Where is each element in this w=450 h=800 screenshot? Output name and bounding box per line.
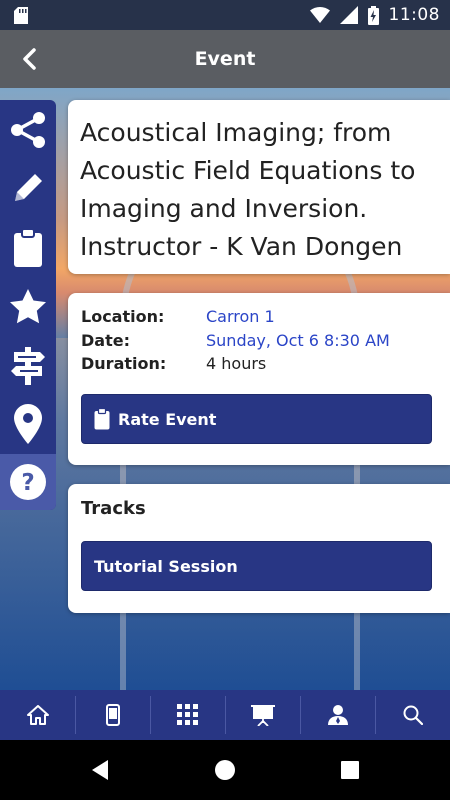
battery-charging-icon [367,5,379,25]
pencil-icon [15,174,42,201]
clock: 11:08 [388,5,440,25]
signal-icon [339,6,358,24]
help-button[interactable]: ? [0,454,56,510]
circle-home-icon [215,760,235,780]
notes-button[interactable] [0,160,56,216]
rate-event-button[interactable]: Rate Event [81,394,432,444]
wifi-icon [309,7,330,23]
nav-recents-button[interactable] [338,758,362,782]
home-icon [26,705,49,725]
triangle-back-icon [92,760,108,780]
map-location-button[interactable] [0,396,56,452]
duration-label: Duration: [81,354,167,374]
app-bar: Event [0,30,450,88]
location-row: Location: Carron 1 [81,305,437,329]
tab-attendees[interactable] [300,690,375,740]
survey-button[interactable] [0,220,56,276]
status-bar: 11:08 [0,0,450,30]
rate-event-label: Rate Event [118,409,217,429]
page-title: Event [194,48,256,70]
event-title-card: Acoustical Imaging; from Acoustic Field … [68,100,450,274]
share-button[interactable] [0,102,56,158]
map-pin-icon [14,404,42,444]
svg-text:?: ? [21,470,34,496]
tracks-heading: Tracks [81,498,146,519]
tracks-card: Tracks Tutorial Session [68,484,450,613]
location-label: Location: [81,307,165,327]
date-label: Date: [81,330,130,350]
presentation-icon [250,705,275,726]
bottom-tab-bar [0,690,450,740]
attendee-icon [327,705,348,725]
side-action-rail: ? [0,100,56,510]
event-details-card: Location: Carron 1 Date: Sunday, Oct 6 8… [68,293,450,465]
tab-home[interactable] [0,690,75,740]
nav-back-button[interactable] [88,758,112,782]
tab-presentations[interactable] [225,690,300,740]
help-icon: ? [10,464,46,500]
star-icon [10,289,46,324]
tab-mobile[interactable] [75,690,150,740]
date-link[interactable]: Sunday, Oct 6 8:30 AM [206,331,390,350]
share-icon [11,112,45,148]
grid-icon [176,704,198,725]
system-nav-bar [0,740,450,800]
location-link[interactable]: Carron 1 [206,307,275,326]
clipboard-icon [94,408,110,430]
directions-button[interactable] [0,338,56,394]
sd-card-icon [14,7,28,24]
tab-search[interactable] [375,690,450,740]
track-button-tutorial-session[interactable]: Tutorial Session [81,541,432,591]
search-icon [403,705,423,725]
date-row: Date: Sunday, Oct 6 8:30 AM [81,329,437,353]
favorite-button[interactable] [0,278,56,334]
event-title: Acoustical Imaging; from Acoustic Field … [80,118,416,261]
duration-value: 4 hours [206,354,267,374]
mobile-icon [105,704,120,726]
tab-grid[interactable] [150,690,225,740]
square-recents-icon [341,761,359,779]
clipboard-icon [14,228,42,267]
nav-home-button[interactable] [213,758,237,782]
duration-row: Duration: 4 hours [81,352,437,376]
track-label: Tutorial Session [94,556,238,576]
signpost-icon [11,347,45,385]
